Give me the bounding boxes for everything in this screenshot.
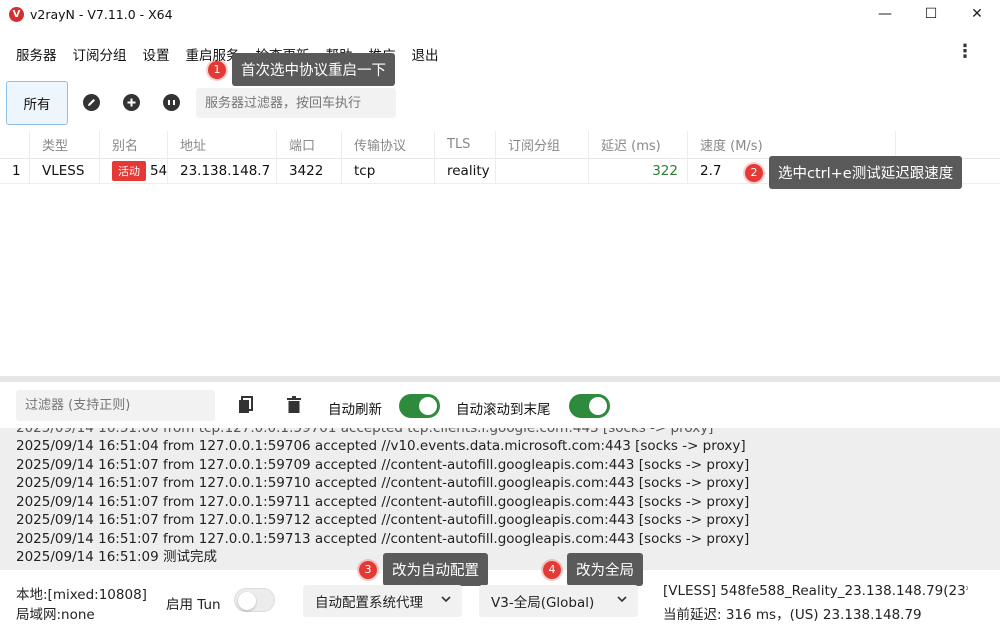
toggle-knob <box>238 592 256 610</box>
column-subgroup[interactable]: 订阅分组 <box>496 130 589 159</box>
column-filler <box>896 131 1000 159</box>
minimize-button[interactable]: — <box>862 0 908 28</box>
callout-2: 2 选中ctrl+e测试延迟跟速度 <box>745 156 963 189</box>
current-server-info: [VLESS] 548fe588_Reality_23.138.148.79(2… <box>663 583 968 599</box>
log-line: 2025/09/14 16:51:04 from 127.0.0.1:59706… <box>16 438 746 454</box>
active-badge: 活动 <box>112 161 146 181</box>
speed-test-icon[interactable] <box>163 94 180 111</box>
log-line: 2025/09/14 16:51:07 from 127.0.0.1:59709… <box>16 457 750 473</box>
window-controls: — ☐ ✕ <box>862 0 1000 28</box>
log-line: 2025/09/14 16:51:07 from 127.0.0.1:59711… <box>16 494 750 510</box>
menu-subscriptions[interactable]: 订阅分组 <box>73 44 127 64</box>
tun-toggle[interactable] <box>234 588 275 612</box>
row-type: VLESS <box>30 158 100 184</box>
system-proxy-value: 自动配置系统代理 <box>315 595 423 611</box>
close-button[interactable]: ✕ <box>954 0 1000 28</box>
auto-refresh-toggle[interactable] <box>399 394 440 418</box>
add-icon[interactable] <box>123 94 140 111</box>
row-address: 23.138.148.7 <box>168 158 277 184</box>
column-index <box>0 130 30 159</box>
column-type[interactable]: 类型 <box>30 130 100 159</box>
table-header: 类型 别名 地址 端口 传输协议 TLS 订阅分组 延迟 (ms) 速度 (M/… <box>0 130 1000 159</box>
callout-text: 首次选中协议重启一下 <box>232 53 395 86</box>
status-bar: 本地:[mixed:10808] 局域网:none 启用 Tun 自动配置系统代… <box>0 575 1000 629</box>
system-proxy-select[interactable]: 自动配置系统代理 <box>303 585 462 617</box>
panel-splitter[interactable] <box>0 376 1000 382</box>
local-port-info: 本地:[mixed:10808] <box>16 587 147 603</box>
column-address[interactable]: 地址 <box>168 130 277 159</box>
callout-number: 2 <box>745 163 763 182</box>
callout-1: 1 首次选中协议重启一下 <box>208 53 395 86</box>
auto-scroll-toggle[interactable] <box>569 394 610 418</box>
auto-scroll-label: 自动滚动到末尾 <box>456 402 551 418</box>
alias-text: 54 <box>150 163 168 179</box>
chevron-down-icon <box>616 593 628 608</box>
row-alias: 活动 54 <box>100 158 168 184</box>
edit-icon[interactable] <box>83 94 100 111</box>
lan-info: 局域网:none <box>16 607 95 623</box>
log-output[interactable]: 2025/09/14 16:51:00 from tcp:127.0.0.1:5… <box>0 428 1000 570</box>
menu-servers[interactable]: 服务器 <box>16 44 57 64</box>
more-options-icon[interactable]: ⋮ <box>956 42 974 62</box>
server-filter-input[interactable] <box>196 88 396 118</box>
row-transport: tcp <box>342 158 435 184</box>
log-filter-input[interactable] <box>16 390 215 421</box>
server-toolbar: 所有 <box>0 80 1000 126</box>
column-tls[interactable]: TLS <box>435 130 496 159</box>
app-logo-icon: V <box>9 6 24 22</box>
maximize-button[interactable]: ☐ <box>908 0 954 28</box>
log-line: 2025/09/14 16:51:07 from 127.0.0.1:59712… <box>16 512 750 528</box>
row-tls: reality <box>435 158 496 184</box>
auto-refresh-label: 自动刷新 <box>328 402 382 418</box>
menu-bar: 服务器 订阅分组 设置 重启服务 检查更新 帮助 推广 退出 ⋮ <box>0 40 1000 68</box>
column-transport[interactable]: 传输协议 <box>342 130 435 159</box>
trash-icon[interactable] <box>287 396 301 418</box>
routing-select[interactable]: V3-全局(Global) <box>479 585 638 617</box>
column-delay[interactable]: 延迟 (ms) <box>589 130 688 159</box>
row-subgroup <box>496 158 589 184</box>
column-speed[interactable]: 速度 (M/s) <box>688 130 896 159</box>
log-toolbar: 自动刷新 自动滚动到末尾 <box>0 384 1000 428</box>
column-port[interactable]: 端口 <box>277 130 342 159</box>
routing-value: V3-全局(Global) <box>491 595 595 611</box>
title-bar: V v2rayN - V7.11.0 - X64 — ☐ ✕ <box>0 0 1000 28</box>
callout-number: 1 <box>208 60 226 79</box>
chevron-down-icon <box>440 593 452 608</box>
window-title: v2rayN - V7.11.0 - X64 <box>30 6 173 22</box>
menu-exit[interactable]: 退出 <box>412 44 439 64</box>
toggle-knob <box>419 397 437 415</box>
toggle-knob <box>589 397 607 415</box>
tun-label: 启用 Tun <box>166 597 221 613</box>
current-delay-info: 当前延迟: 316 ms，(US) 23.138.148.79 <box>663 607 922 623</box>
callout-text: 选中ctrl+e测试延迟跟速度 <box>769 156 963 189</box>
row-delay: 322 <box>589 158 688 184</box>
log-line: 2025/09/14 16:51:09 测试完成 <box>16 549 218 565</box>
row-port: 3422 <box>277 158 342 184</box>
log-line: 2025/09/14 16:51:07 from 127.0.0.1:59713… <box>16 531 750 547</box>
log-line: 2025/09/14 16:51:07 from 127.0.0.1:59710… <box>16 475 750 491</box>
copy-icon[interactable] <box>238 396 254 418</box>
menu-settings[interactable]: 设置 <box>143 44 170 64</box>
row-index: 1 <box>0 158 30 184</box>
column-alias[interactable]: 别名 <box>100 130 168 159</box>
tab-all[interactable]: 所有 <box>6 81 68 125</box>
